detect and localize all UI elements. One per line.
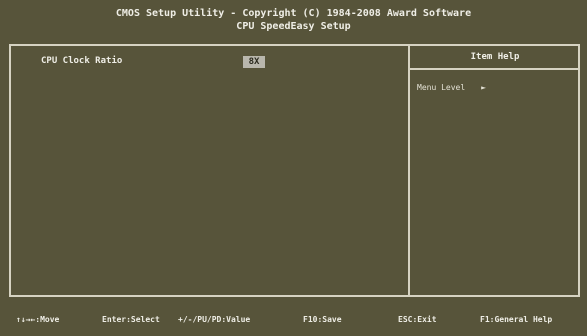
help-header-divider bbox=[410, 68, 578, 70]
footer-save: F10:Save bbox=[303, 315, 342, 324]
app-title: CMOS Setup Utility - Copyright (C) 1984-… bbox=[115, 8, 472, 19]
footer-value: +/-/PU/PD:Value bbox=[178, 315, 251, 324]
setting-cpu-clock-ratio[interactable]: CPU Clock Ratio 8X bbox=[41, 56, 265, 70]
item-help-title: Item Help bbox=[470, 52, 520, 62]
menu-level-label: Menu Level bbox=[417, 83, 466, 92]
panel-divider bbox=[408, 46, 410, 295]
page-title: CPU SpeedEasy Setup bbox=[236, 21, 351, 32]
footer-move: ↑↓→←:Move bbox=[16, 315, 60, 324]
footer-general-help: F1:General Help bbox=[480, 315, 553, 324]
setting-label: CPU Clock Ratio bbox=[41, 56, 123, 66]
main-frame: CPU Clock Ratio 8X Item Help Menu Level ► bbox=[9, 44, 580, 297]
footer-exit: ESC:Exit bbox=[398, 315, 437, 324]
menu-level-indicator: Menu Level ► bbox=[417, 83, 486, 92]
key-legend: ↑↓→←:Move Enter:Select +/-/PU/PD:Value F… bbox=[0, 297, 587, 336]
setting-value-field[interactable]: 8X bbox=[243, 56, 265, 68]
footer-select: Enter:Select bbox=[102, 315, 160, 324]
title-bar: CMOS Setup Utility - Copyright (C) 1984-… bbox=[0, 0, 587, 44]
arrow-right-icon: ► bbox=[481, 83, 486, 92]
